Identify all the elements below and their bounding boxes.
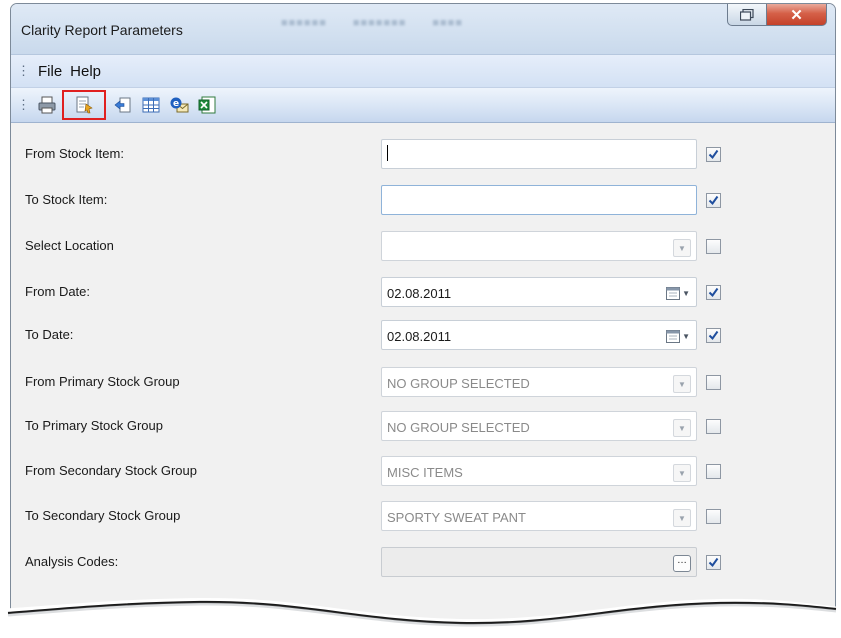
checkmark-icon: [708, 287, 719, 298]
from-date-picker[interactable]: 02.08.2011 ▼: [381, 277, 697, 307]
excel-icon: [198, 96, 216, 114]
param-label: From Stock Item:: [25, 146, 124, 161]
calendar-icon[interactable]: ▼: [666, 329, 690, 343]
title-bar[interactable]: ■■■■■■ ■■■■■■■ ■■■■ Clarity Report Param…: [11, 4, 835, 54]
from-primary-stock-group-checkbox[interactable]: [706, 375, 721, 390]
text-cursor: [387, 145, 388, 161]
menu-grip: ⋮: [17, 63, 30, 78]
svg-text:e: e: [173, 99, 179, 109]
param-label: Select Location: [25, 238, 114, 253]
restore-icon: [740, 8, 754, 21]
param-row-from-date: From Date: 02.08.2011 ▼: [11, 277, 835, 317]
param-label: From Primary Stock Group: [25, 374, 180, 389]
background-tabs-blurred: ■■■■■■ ■■■■■■■ ■■■■: [281, 17, 463, 29]
checkmark-icon: [708, 149, 719, 160]
from-stock-item-checkbox[interactable]: [706, 147, 721, 162]
from-secondary-stock-group-dropdown[interactable]: MISC ITEMS ▼: [381, 456, 697, 486]
param-row-from-secondary-stock-group: From Secondary Stock Group MISC ITEMS ▼: [11, 456, 835, 496]
analysis-codes-checkbox[interactable]: [706, 555, 721, 570]
menu-help[interactable]: Help: [66, 63, 105, 80]
param-row-analysis-codes: Analysis Codes: …: [11, 547, 835, 587]
toolbar-grip: ⋮: [17, 97, 30, 112]
ellipsis-icon[interactable]: …: [673, 555, 691, 572]
chevron-down-icon[interactable]: ▼: [673, 464, 691, 482]
email-button[interactable]: e: [166, 92, 192, 118]
report-parameters-window: ■■■■■■ ■■■■■■■ ■■■■ Clarity Report Param…: [10, 3, 836, 638]
analysis-codes-lookup[interactable]: …: [381, 547, 697, 577]
to-stock-item-input[interactable]: [381, 185, 697, 215]
to-secondary-stock-group-dropdown[interactable]: SPORTY SWEAT PANT ▼: [381, 501, 697, 531]
print-button[interactable]: [34, 92, 60, 118]
chevron-down-icon[interactable]: ▼: [673, 419, 691, 437]
to-date-checkbox[interactable]: [706, 328, 721, 343]
param-label: To Secondary Stock Group: [25, 508, 181, 523]
field-value: SPORTY SWEAT PANT: [387, 510, 526, 525]
to-stock-item-checkbox[interactable]: [706, 193, 721, 208]
from-primary-stock-group-dropdown[interactable]: NO GROUP SELECTED ▼: [381, 367, 697, 397]
field-value: NO GROUP SELECTED: [387, 376, 530, 391]
excel-button[interactable]: [194, 92, 220, 118]
param-row-select-location: Select Location ▼: [11, 231, 835, 271]
export-icon: [114, 97, 131, 113]
to-date-picker[interactable]: 02.08.2011 ▼: [381, 320, 697, 350]
parameters-panel: From Stock Item: To Stock Item: Select L…: [11, 123, 835, 637]
preview-button[interactable]: [62, 90, 106, 120]
to-secondary-stock-group-checkbox[interactable]: [706, 509, 721, 524]
calendar-icon[interactable]: ▼: [666, 286, 690, 300]
param-label: From Secondary Stock Group: [25, 463, 197, 478]
from-stock-item-input[interactable]: [381, 139, 697, 169]
param-row-to-stock-item: To Stock Item:: [11, 185, 835, 225]
chevron-down-icon[interactable]: ▼: [673, 375, 691, 393]
select-location-dropdown[interactable]: ▼: [381, 231, 697, 261]
grid-icon: [142, 97, 160, 113]
window-title: Clarity Report Parameters: [21, 22, 183, 38]
restore-button[interactable]: [727, 4, 767, 26]
checkmark-icon: [708, 195, 719, 206]
export-button[interactable]: [110, 92, 136, 118]
param-row-from-primary-stock-group: From Primary Stock Group NO GROUP SELECT…: [11, 367, 835, 407]
param-row-to-date: To Date: 02.08.2011 ▼: [11, 320, 835, 360]
select-location-checkbox[interactable]: [706, 239, 721, 254]
from-date-checkbox[interactable]: [706, 285, 721, 300]
param-row-from-stock-item: From Stock Item:: [11, 139, 835, 179]
param-label: From Date:: [25, 284, 91, 299]
close-button[interactable]: ✕: [766, 4, 827, 26]
preview-icon: [76, 96, 93, 114]
torn-edge-decoration: [0, 597, 841, 638]
checkmark-icon: [708, 330, 719, 341]
param-row-to-secondary-stock-group: To Secondary Stock Group SPORTY SWEAT PA…: [11, 501, 835, 541]
menu-bar: ⋮ File Help: [11, 54, 835, 87]
email-icon: e: [170, 97, 189, 113]
param-label: Analysis Codes:: [25, 554, 119, 569]
grid-button[interactable]: [138, 92, 164, 118]
param-row-to-primary-stock-group: To Primary Stock Group NO GROUP SELECTED…: [11, 411, 835, 451]
chevron-down-icon[interactable]: ▼: [673, 509, 691, 527]
param-label: To Stock Item:: [25, 192, 108, 207]
close-icon: ✕: [790, 6, 803, 24]
field-value: 02.08.2011: [387, 329, 452, 344]
chevron-down-icon[interactable]: ▼: [673, 239, 691, 257]
toolbar: ⋮ e: [11, 87, 835, 123]
field-value: NO GROUP SELECTED: [387, 420, 530, 435]
menu-file[interactable]: File: [34, 63, 66, 80]
field-value: 02.08.2011: [387, 286, 452, 301]
to-primary-stock-group-dropdown[interactable]: NO GROUP SELECTED ▼: [381, 411, 697, 441]
to-primary-stock-group-checkbox[interactable]: [706, 419, 721, 434]
param-label: To Primary Stock Group: [25, 418, 163, 433]
checkmark-icon: [708, 557, 719, 568]
param-label: To Date:: [25, 327, 74, 342]
print-icon: [38, 96, 56, 114]
from-secondary-stock-group-checkbox[interactable]: [706, 464, 721, 479]
field-value: MISC ITEMS: [387, 465, 463, 480]
